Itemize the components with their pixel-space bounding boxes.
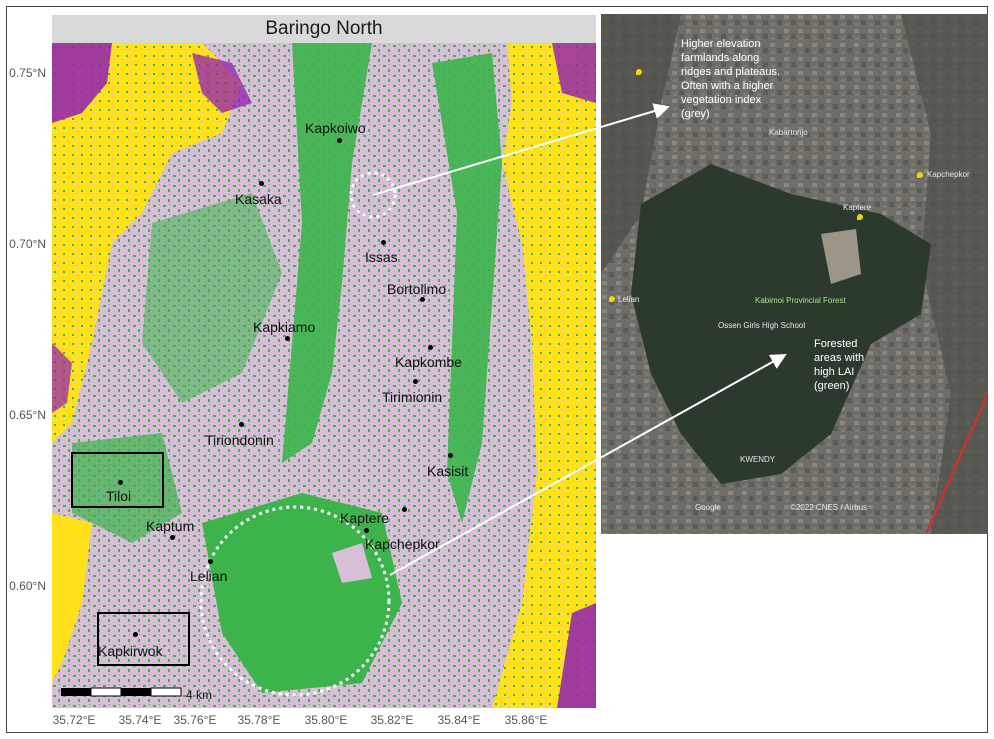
arrow-to-farmland <box>372 103 670 196</box>
arrow-to-forest <box>389 354 787 576</box>
arrow-layer <box>372 103 787 576</box>
